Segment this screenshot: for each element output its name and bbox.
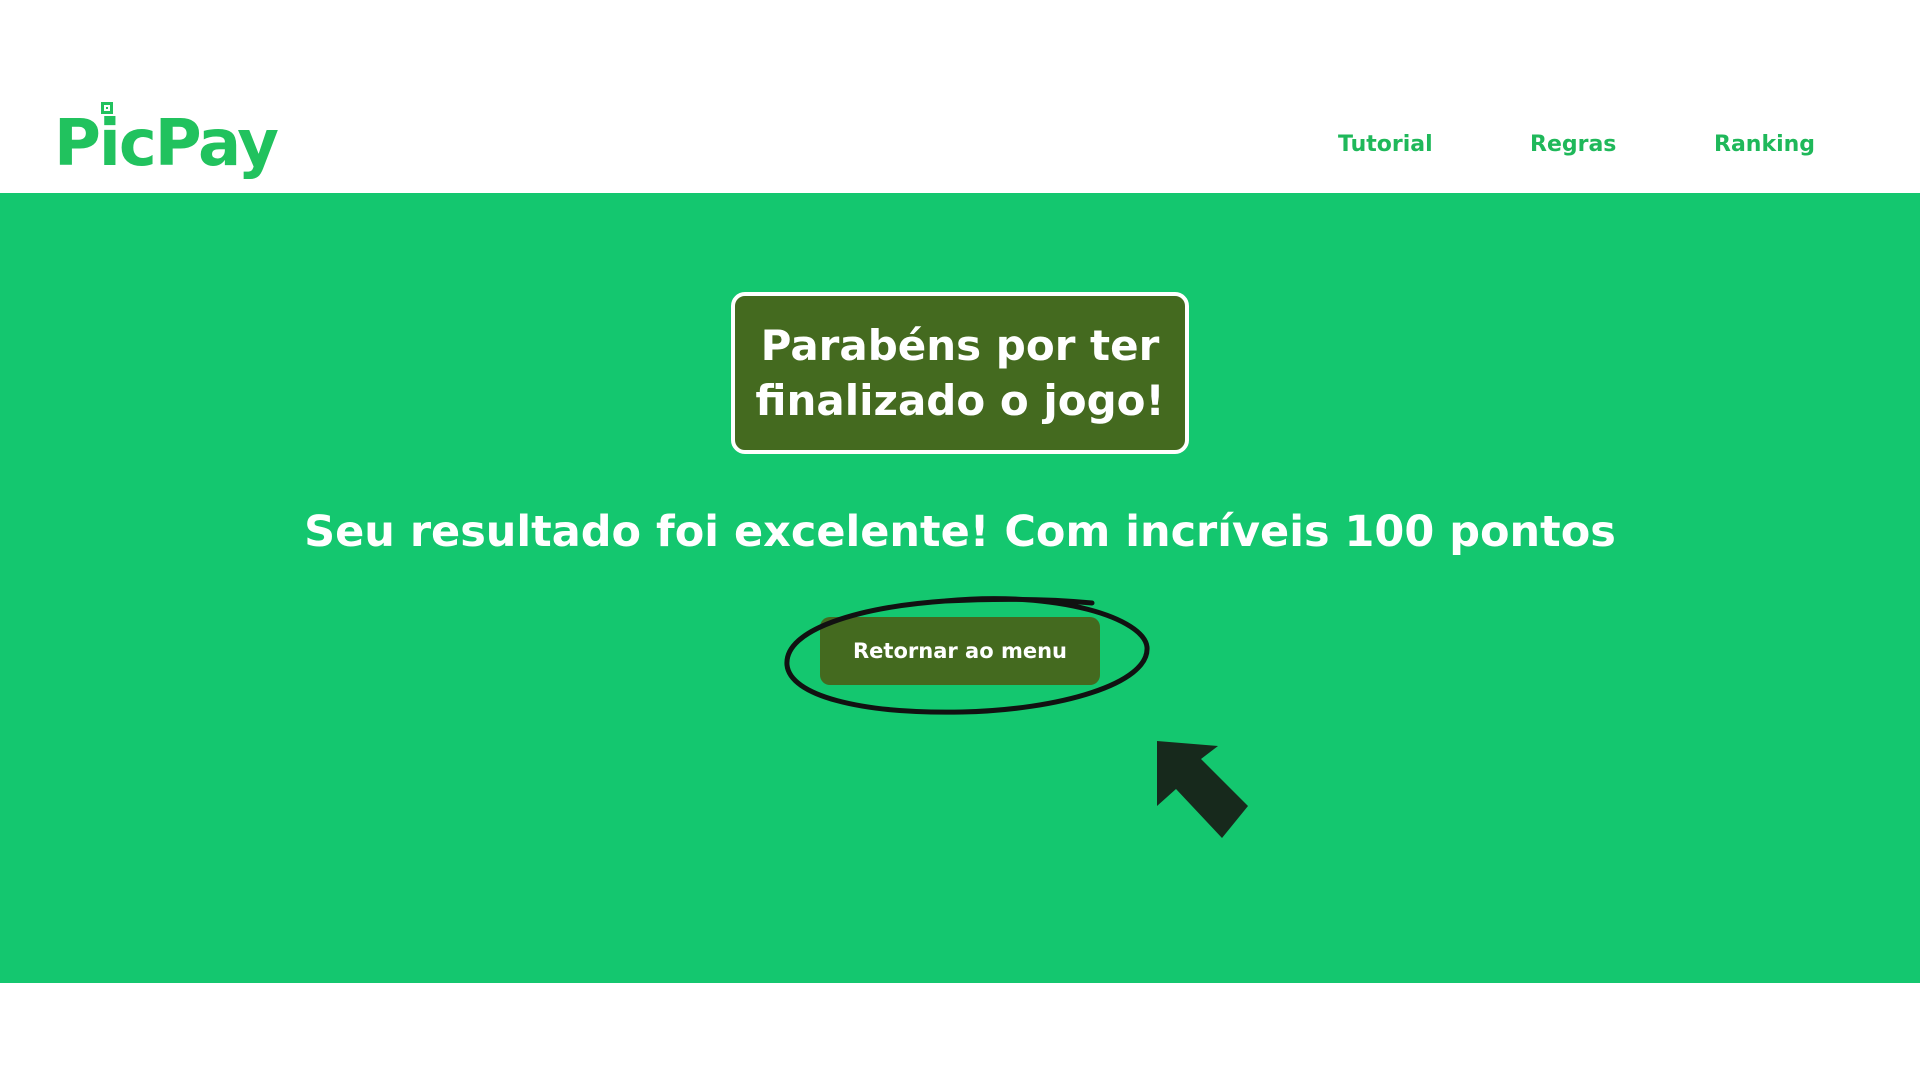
nav-tutorial-link[interactable]: Tutorial xyxy=(1338,128,1433,162)
nav-ranking-link[interactable]: Ranking xyxy=(1714,128,1815,162)
header: PicPay Tutorial Regras Ranking xyxy=(0,0,1920,193)
logo-text: PicPay xyxy=(54,107,279,181)
nav-regras-link[interactable]: Regras xyxy=(1530,128,1616,162)
return-to-menu-button[interactable]: Retornar ao menu xyxy=(820,617,1100,685)
picpay-logo[interactable]: PicPay xyxy=(54,102,279,184)
page: PicPay Tutorial Regras Ranking Parabéns … xyxy=(0,0,1920,1080)
congratulations-panel: Parabéns por ter finalizado o jogo! xyxy=(731,292,1189,454)
score-result-text: Seu resultado foi excelente! Com incríve… xyxy=(304,507,1616,557)
qr-square-icon xyxy=(101,102,113,114)
congratulations-title: Parabéns por ter finalizado o jogo! xyxy=(755,321,1165,425)
